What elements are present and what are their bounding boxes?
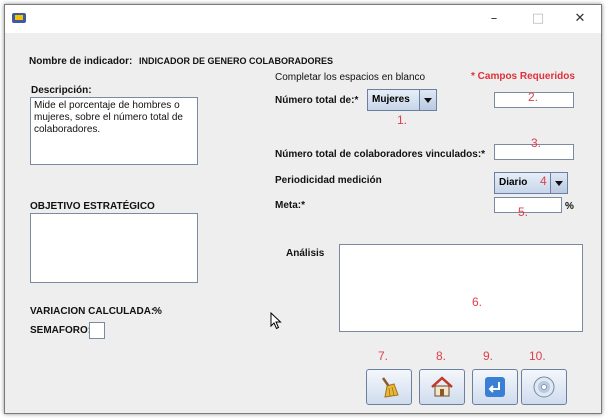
marker-1: 1. <box>397 113 408 127</box>
form-panel: Nombre de indicador: INDICADOR DE GENERO… <box>5 33 601 413</box>
marker-3: 3. <box>531 136 542 150</box>
back-button[interactable] <box>472 369 518 405</box>
variacion-unit: % <box>153 306 162 317</box>
mouse-cursor-icon <box>270 312 282 330</box>
app-window: – □ ✕ Nombre de indicador: INDICADOR DE … <box>4 4 602 414</box>
marker-7: 7. <box>378 349 389 363</box>
minimize-button[interactable]: – <box>479 9 509 29</box>
analisis-textarea[interactable] <box>339 244 583 332</box>
marker-6: 6. <box>472 295 483 309</box>
indicator-label: Nombre de indicador: <box>29 56 133 67</box>
marker-2: 2. <box>528 90 539 104</box>
broom-icon <box>381 377 399 398</box>
meta-unit: % <box>565 201 574 212</box>
periodicidad-dropdown[interactable]: Diario <box>494 172 568 194</box>
home-button[interactable] <box>419 369 465 405</box>
descripcion-textarea[interactable]: Mide el porcentaje de hombres o mujeres,… <box>30 97 198 165</box>
meta-label: Meta:* <box>275 200 306 211</box>
return-arrow-icon <box>485 377 505 397</box>
chevron-down-icon[interactable] <box>550 173 567 193</box>
colaboradores-label: Número total de colaboradores vinculados… <box>275 149 486 160</box>
app-icon <box>12 13 26 23</box>
maximize-button[interactable]: □ <box>523 9 553 29</box>
numero-total-label: Número total de:* <box>275 95 359 106</box>
periodicidad-selected: Diario <box>499 177 528 188</box>
objetivo-textarea[interactable] <box>30 213 198 283</box>
semaforo-label: SEMAFORO: <box>30 325 92 336</box>
indicator-value: INDICADOR DE GENERO COLABORADORES <box>139 56 334 66</box>
close-button[interactable]: ✕ <box>565 9 595 29</box>
chevron-down-icon[interactable] <box>419 90 436 110</box>
numero-total-dropdown[interactable]: Mujeres <box>367 89 437 111</box>
marker-10: 10. <box>529 349 546 363</box>
marker-8: 8. <box>436 349 447 363</box>
descripcion-text: Mide el porcentaje de hombres o mujeres,… <box>34 100 183 135</box>
title-bar: – □ ✕ <box>5 5 601 33</box>
objetivo-label: OBJETIVO ESTRATÉGICO <box>30 201 155 212</box>
instructions-text: Completar los espacios en blanco <box>275 72 426 83</box>
variacion-label: VARIACION CALCULADA: <box>30 306 155 317</box>
home-icon <box>431 376 453 397</box>
descripcion-label: Descripción: <box>31 85 92 96</box>
analisis-label: Análisis <box>286 248 325 259</box>
marker-4: 4 <box>540 174 547 188</box>
disc-icon <box>533 376 555 398</box>
marker-9: 9. <box>483 349 494 363</box>
numero-total-selected: Mujeres <box>372 94 410 105</box>
marker-5: 5. <box>518 205 529 219</box>
clear-button[interactable] <box>366 369 412 405</box>
semaforo-indicator <box>89 322 105 339</box>
save-button[interactable] <box>521 369 567 405</box>
periodicidad-label: Periodicidad medición <box>275 175 382 186</box>
required-note: * Campos Requeridos <box>471 71 575 82</box>
